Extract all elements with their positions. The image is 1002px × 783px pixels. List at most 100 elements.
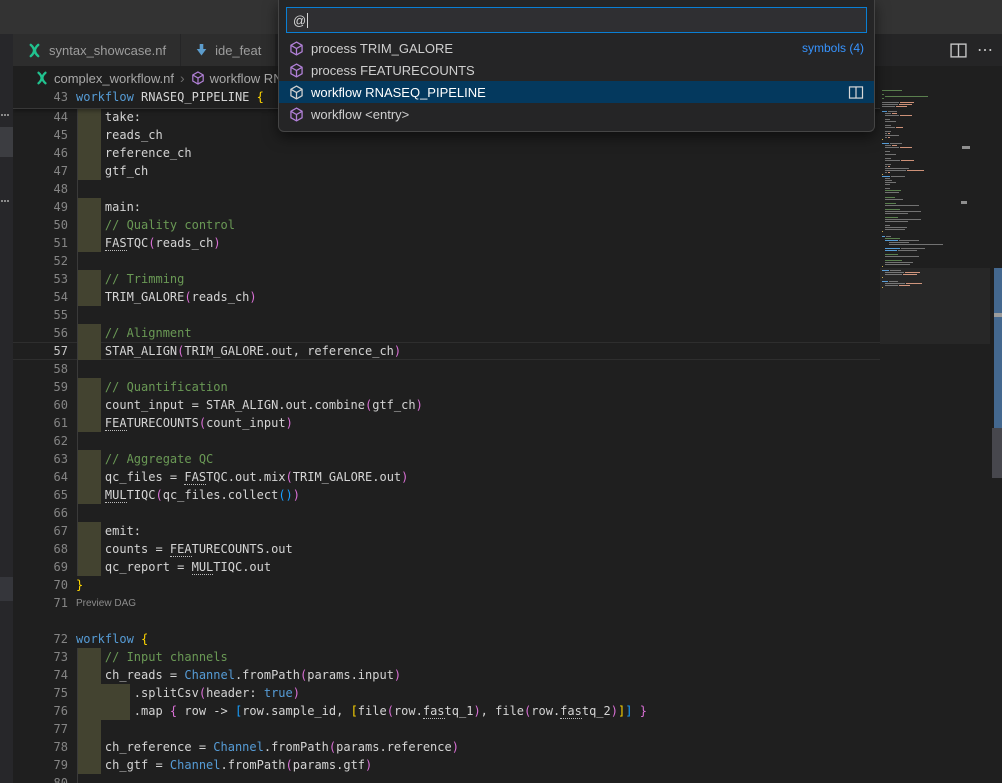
code-line[interactable]: 78 ch_reference = Channel.fromPath(param… bbox=[13, 738, 880, 756]
code-line[interactable]: 49 main: bbox=[13, 198, 880, 216]
symbols-count-link[interactable]: symbols (4) bbox=[802, 41, 864, 55]
code-line[interactable]: 75 .splitCsv(header: true) bbox=[13, 684, 880, 702]
minimap-line bbox=[882, 111, 887, 112]
line-number: 74 bbox=[13, 666, 68, 684]
minimap-line bbox=[896, 127, 904, 128]
code-line[interactable]: 46 reference_ch bbox=[13, 144, 880, 162]
code-line[interactable]: 51 FASTQC(reads_ch) bbox=[13, 234, 880, 252]
code-line[interactable]: 48 bbox=[13, 180, 880, 198]
line-number: 69 bbox=[13, 558, 68, 576]
minimap-line bbox=[885, 217, 898, 218]
code-line[interactable]: 79 ch_gtf = Channel.fromPath(params.gtf) bbox=[13, 756, 880, 774]
code-line[interactable]: 57 STAR_ALIGN(TRIM_GALORE.out, reference… bbox=[13, 342, 880, 360]
code-line[interactable]: 59 // Quantification bbox=[13, 378, 880, 396]
minimap[interactable] bbox=[880, 90, 990, 783]
code-line[interactable]: 74 ch_reads = Channel.fromPath(params.in… bbox=[13, 666, 880, 684]
panel-fragment bbox=[0, 577, 13, 601]
line-number: 51 bbox=[13, 234, 68, 252]
minimap-line bbox=[885, 180, 892, 181]
panel-fragment-dots bbox=[4, 200, 6, 202]
minimap-line bbox=[882, 90, 902, 91]
minimap-line bbox=[890, 143, 902, 144]
code-line[interactable]: 66 bbox=[13, 504, 880, 522]
code-line[interactable]: 65 MULTIQC(qc_files.collect()) bbox=[13, 486, 880, 504]
scrollbar-thumb[interactable] bbox=[992, 428, 1002, 478]
line-number: 79 bbox=[13, 756, 68, 774]
minimap-line bbox=[885, 154, 895, 155]
nextflow-icon bbox=[27, 43, 42, 58]
code-line[interactable]: 72workflow { bbox=[13, 630, 880, 648]
quick-pick-overlay: @ process TRIM_GALOREsymbols (4) process… bbox=[278, 0, 875, 132]
code-line[interactable]: 55 bbox=[13, 306, 880, 324]
minimap-line bbox=[885, 248, 900, 249]
code-line[interactable]: 73 // Input channels bbox=[13, 648, 880, 666]
line-number: 72 bbox=[13, 630, 68, 648]
line-number: 68 bbox=[13, 540, 68, 558]
minimap-line bbox=[882, 236, 885, 237]
panel-fragment-dots bbox=[7, 200, 9, 202]
quick-pick-item[interactable]: process TRIM_GALOREsymbols (4) bbox=[279, 37, 874, 59]
minimap-slider[interactable] bbox=[880, 268, 990, 344]
tab-ide-feat[interactable]: ide_feat bbox=[181, 34, 276, 66]
codelens-preview-dag[interactable]: Preview DAG bbox=[76, 596, 136, 612]
minimap-line bbox=[885, 240, 897, 241]
quick-pick-item[interactable]: process FEATURECOUNTS bbox=[279, 59, 874, 81]
minimap-line bbox=[885, 131, 891, 132]
code-line[interactable]: 62 bbox=[13, 432, 880, 450]
line-number: 57 bbox=[13, 342, 68, 360]
line-number: 61 bbox=[13, 414, 68, 432]
quick-pick-item[interactable]: workflow RNASEQ_PIPELINE bbox=[279, 81, 874, 103]
quick-pick-input[interactable]: @ bbox=[286, 7, 867, 33]
minimap-line bbox=[900, 115, 911, 116]
minimap-line bbox=[882, 106, 895, 107]
more-actions-icon[interactable]: ⋯ bbox=[977, 40, 994, 60]
code-line[interactable]: 70} bbox=[13, 576, 880, 594]
minimap-line bbox=[898, 250, 917, 251]
code-line[interactable]: 76 .map { row -> [row.sample_id, [file(r… bbox=[13, 702, 880, 720]
code-line[interactable]: 61 FEATURECOUNTS(count_input) bbox=[13, 414, 880, 432]
code-editor[interactable]: 44 take:45 reads_ch46 reference_ch47 gtf… bbox=[13, 90, 880, 783]
code-line[interactable]: 67 emit: bbox=[13, 522, 880, 540]
tab-syntax-showcase[interactable]: syntax_showcase.nf bbox=[13, 34, 181, 66]
vscode-window: syntax_showcase.nf ide_feat ⋯ bbox=[0, 0, 1002, 783]
code-line[interactable]: 58 bbox=[13, 360, 880, 378]
code-line[interactable]: 63 // Aggregate QC bbox=[13, 450, 880, 468]
overview-ruler-mark bbox=[994, 268, 1002, 313]
minimap-line bbox=[882, 176, 890, 177]
code-line[interactable]: 52 bbox=[13, 252, 880, 270]
minimap-line bbox=[882, 102, 899, 103]
code-line[interactable]: 69 qc_report = MULTIQC.out bbox=[13, 558, 880, 576]
code-line[interactable]: 56 // Alignment bbox=[13, 324, 880, 342]
breadcrumb-file[interactable]: complex_workflow.nf bbox=[54, 71, 174, 86]
minimap-line bbox=[885, 133, 887, 134]
code-line[interactable]: 71 bbox=[13, 594, 880, 612]
split-editor-icon[interactable] bbox=[950, 43, 967, 58]
chevron-right-icon: › bbox=[179, 70, 186, 86]
code-line[interactable]: 77 bbox=[13, 720, 880, 738]
minimap-line bbox=[885, 137, 887, 138]
minimap-line bbox=[885, 182, 895, 183]
line-number: 75 bbox=[13, 684, 68, 702]
code-line[interactable]: 60 count_input = STAR_ALIGN.out.combine(… bbox=[13, 396, 880, 414]
quick-pick-item[interactable]: workflow <entry> bbox=[279, 103, 874, 125]
code-line[interactable]: 50 // Quality control bbox=[13, 216, 880, 234]
code-line[interactable]: 68 counts = FEATURECOUNTS.out bbox=[13, 540, 880, 558]
code-line[interactable]: 80 bbox=[13, 774, 880, 783]
code-line[interactable]: 64 qc_files = FASTQC.out.mix(TRIM_GALORE… bbox=[13, 468, 880, 486]
code-line[interactable]: 54 TRIM_GALORE(reads_ch) bbox=[13, 288, 880, 306]
line-number: 76 bbox=[13, 702, 68, 720]
minimap-line bbox=[885, 221, 908, 222]
open-to-side-icon[interactable] bbox=[848, 86, 864, 99]
minimap-line bbox=[885, 135, 899, 136]
panel-fragment bbox=[0, 127, 13, 157]
code-line[interactable]: 53 // Trimming bbox=[13, 270, 880, 288]
tab-label: ide_feat bbox=[215, 43, 261, 58]
code-line[interactable]: 47 gtf_ch bbox=[13, 162, 880, 180]
minimap-decoration bbox=[961, 201, 967, 204]
minimap-line bbox=[885, 211, 921, 212]
minimap-line bbox=[900, 147, 911, 148]
line-number: 46 bbox=[13, 144, 68, 162]
minimap-line bbox=[885, 250, 897, 251]
line-number: 80 bbox=[13, 774, 68, 783]
scrollbar[interactable] bbox=[990, 90, 1002, 783]
